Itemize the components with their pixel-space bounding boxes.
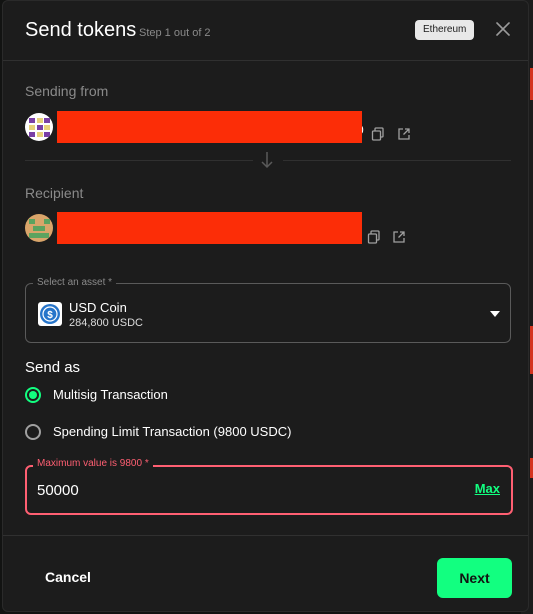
modal-header: Send tokens Step 1 out of 2 Ethereum	[3, 1, 528, 61]
asset-select-label: Select an asset *	[33, 277, 117, 288]
divider	[25, 160, 253, 161]
amount-field: Max	[25, 465, 513, 515]
asset-balance: 284,800 USDC	[69, 317, 143, 329]
footer-divider	[3, 535, 528, 536]
modal-title: Send tokens	[25, 19, 137, 41]
chevron-down-icon[interactable]	[490, 311, 500, 317]
arrow-down-icon	[261, 152, 273, 169]
close-icon[interactable]	[495, 21, 511, 37]
asset-name: USD Coin	[69, 300, 127, 315]
step-indicator: Step 1 out of 2	[139, 27, 211, 39]
external-link-icon[interactable]	[392, 230, 406, 244]
radio-label: Spending Limit Transaction (9800 USDC)	[53, 424, 292, 439]
svg-text:$: $	[47, 310, 53, 321]
radio-label: Multisig Transaction	[53, 387, 168, 402]
divider	[283, 160, 511, 161]
radio-button-selected[interactable]	[25, 387, 41, 403]
radio-spending-limit-transaction[interactable]: Spending Limit Transaction (9800 USDC)	[25, 422, 425, 444]
max-button[interactable]: Max	[475, 481, 500, 496]
sender-avatar	[25, 113, 53, 141]
sending-from-label: Sending from	[25, 83, 109, 99]
send-as-label: Send as	[25, 359, 81, 376]
cancel-button[interactable]: Cancel	[45, 569, 91, 585]
radio-button[interactable]	[25, 424, 41, 440]
recipient-label: Recipient	[25, 185, 84, 201]
recipient-address-row	[25, 212, 485, 244]
sender-address-row: 0	[25, 111, 485, 143]
amount-input[interactable]	[37, 479, 417, 501]
redaction-bar	[57, 212, 362, 244]
asset-select[interactable]: $ USD Coin 284,800 USDC	[25, 283, 511, 343]
send-tokens-modal: Send tokens Step 1 out of 2 Ethereum Sen…	[2, 0, 529, 612]
copy-icon[interactable]	[367, 230, 381, 244]
radio-multisig-transaction[interactable]: Multisig Transaction	[25, 385, 425, 407]
recipient-avatar	[25, 214, 53, 242]
amount-error-label: Maximum value is 9800 *	[33, 458, 153, 469]
next-button[interactable]: Next	[437, 558, 512, 598]
copy-icon[interactable]	[371, 127, 385, 141]
usdc-coin-icon: $	[38, 302, 62, 326]
network-badge: Ethereum	[415, 20, 475, 40]
external-link-icon[interactable]	[397, 127, 411, 141]
redaction-bar	[57, 111, 362, 143]
